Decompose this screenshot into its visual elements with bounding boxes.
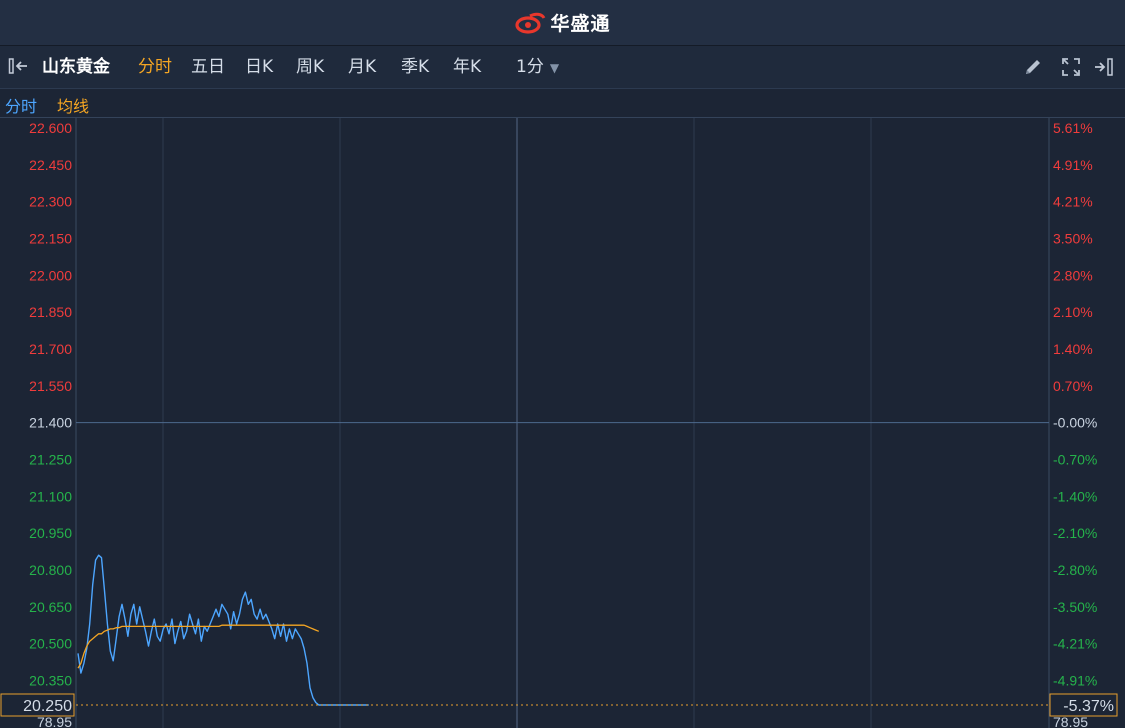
percent-tick-label: 2.10% — [1053, 304, 1093, 320]
y-tick-label: 21.400 — [29, 415, 72, 431]
percent-tick-label: -0.00% — [1053, 415, 1097, 431]
percent-tick-label: 1.40% — [1053, 341, 1093, 357]
y-tick-label: 22.000 — [29, 267, 72, 283]
y-tick-label: 21.700 — [29, 341, 72, 357]
percent-tick-label: -2.80% — [1053, 562, 1097, 578]
tab-daily-k[interactable]: 日K — [245, 57, 273, 77]
chart-legend: 分时 均线 — [0, 89, 1125, 118]
y-tick-label: 21.550 — [29, 378, 72, 394]
percent-tick-label: 2.80% — [1053, 267, 1093, 283]
fullscreen-icon[interactable] — [1060, 56, 1082, 82]
current-percent-label: -5.37% — [1063, 698, 1114, 715]
percent-tick-label: -2.10% — [1053, 525, 1097, 541]
intraday-chart[interactable]: 22.600 5.61% 22.450 4.91% 22.300 4.21% 22.150 3… — [0, 118, 1125, 728]
y-tick-label: 20.350 — [29, 672, 72, 688]
brand-name: 华盛通 — [550, 13, 611, 35]
pencil-icon[interactable] — [1022, 56, 1044, 82]
y-tick-label: 20.650 — [29, 599, 72, 615]
y-tick-label: 22.150 — [29, 230, 72, 246]
price-line — [77, 554, 369, 706]
tab-intraday[interactable]: 分时 — [138, 57, 172, 77]
y-tick-label: 20.950 — [29, 525, 72, 541]
expand-right-icon[interactable] — [1093, 56, 1117, 82]
y-tick-label: 21.100 — [29, 488, 72, 504]
y-tick-label: 21.850 — [29, 304, 72, 320]
average-line — [77, 624, 320, 669]
percent-tick-label: 3.50% — [1053, 230, 1093, 246]
stock-name: 山东黄金 — [42, 57, 110, 77]
interval-value: 1分 — [516, 57, 544, 77]
top-bar: 华盛通 — [0, 0, 1125, 46]
percent-tick-label: -0.70% — [1053, 451, 1097, 467]
tab-five-day[interactable]: 五日 — [191, 57, 225, 77]
tab-quarterly-k[interactable]: 季K — [401, 57, 429, 77]
brand-logo-icon — [514, 12, 546, 34]
bottom-right-label: 78.95 — [1053, 714, 1088, 728]
legend-price-line: 分时 — [5, 97, 38, 116]
interval-dropdown[interactable]: 1分 ▼ — [516, 57, 559, 78]
tab-weekly-k[interactable]: 周K — [296, 57, 324, 77]
y-tick-label: 21.250 — [29, 451, 72, 467]
caret-down-icon: ▼ — [549, 61, 560, 75]
percent-tick-label: 4.91% — [1053, 157, 1093, 173]
percent-tick-label: -4.91% — [1053, 672, 1097, 688]
tab-yearly-k[interactable]: 年K — [453, 57, 481, 77]
tab-monthly-k[interactable]: 月K — [348, 57, 376, 77]
brand: 华盛通 — [514, 9, 610, 36]
y-tick-label: 20.800 — [29, 562, 72, 578]
current-price-label: 20.250 — [23, 698, 72, 715]
bottom-left-label: 78.95 — [37, 714, 72, 728]
percent-tick-label: 4.21% — [1053, 194, 1093, 210]
percent-tick-label: -3.50% — [1053, 599, 1097, 615]
chart-toolbar: 山东黄金 分时 五日 日K 周K 月K 季K 年K 1分 ▼ — [0, 46, 1125, 89]
y-tick-label: 22.300 — [29, 194, 72, 210]
percent-tick-label: -4.21% — [1053, 636, 1097, 652]
y-tick-label: 22.600 — [29, 120, 72, 136]
percent-tick-label: 0.70% — [1053, 378, 1093, 394]
y-tick-label: 20.500 — [29, 636, 72, 652]
legend-average-line: 均线 — [57, 97, 90, 116]
percent-tick-label: 5.61% — [1053, 120, 1093, 136]
y-tick-label: 22.450 — [29, 157, 72, 173]
percent-tick-label: -1.40% — [1053, 488, 1097, 504]
collapse-left-icon[interactable] — [8, 56, 32, 81]
